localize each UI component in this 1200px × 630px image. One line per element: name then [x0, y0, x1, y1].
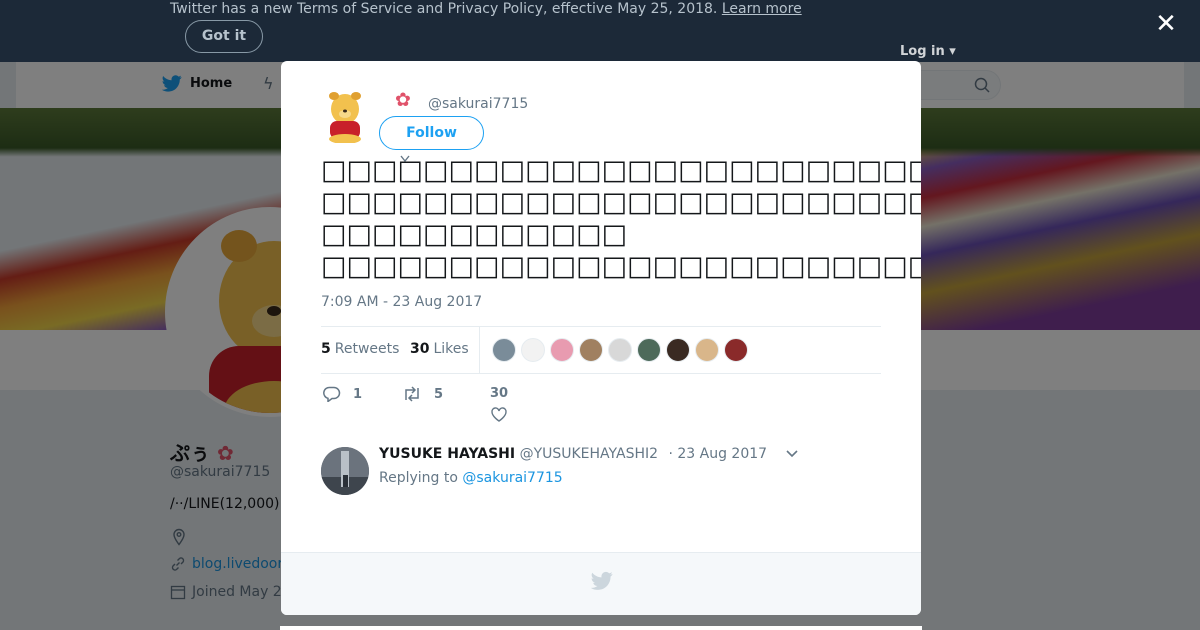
- liker-avatar[interactable]: [579, 338, 603, 362]
- retweets-label: Retweets: [334, 341, 400, 357]
- retweets-count: 5: [321, 341, 331, 357]
- reply-author-avatar[interactable]: [321, 447, 369, 495]
- retweet-action[interactable]: 5: [402, 386, 443, 402]
- tweet-modal: ✿ @sakurai7715 Follow □□□□□□□□□□□□□□□□□□…: [281, 61, 921, 615]
- likes-count: 30: [410, 341, 430, 357]
- like-count: 30: [490, 386, 509, 401]
- retweets-stat[interactable]: 5 Retweets: [321, 341, 399, 357]
- liker-avatar[interactable]: [695, 338, 719, 362]
- liker-avatar[interactable]: [724, 338, 748, 362]
- liker-avatar[interactable]: [637, 338, 661, 362]
- liker-avatar[interactable]: [608, 338, 632, 362]
- liker-avatar[interactable]: [521, 338, 545, 362]
- tweet-author-avatar[interactable]: [321, 87, 369, 143]
- retweet-icon: [405, 386, 419, 402]
- reply-count: 1: [353, 386, 363, 402]
- likes-stat[interactable]: 30 Likes: [410, 341, 469, 357]
- liker-avatar[interactable]: [550, 338, 574, 362]
- tweet-timestamp[interactable]: 7:09 AM - 23 Aug 2017: [321, 294, 482, 310]
- got-it-button[interactable]: Got it: [185, 20, 263, 53]
- reply-date[interactable]: · 23 Aug 2017: [668, 446, 767, 462]
- tweet-text-line: □□□□□□□□□□□□□□□□□□□□□□□□: [321, 187, 921, 218]
- tweet-text: □□□□□□□□□□□□□□□□□□□□□□□□ □□□□□□□ □□□□□□□□…: [321, 155, 921, 283]
- retweet-count: 5: [434, 386, 444, 402]
- twitter-bird-icon: [591, 571, 613, 590]
- tweet-author-handle[interactable]: @sakurai7715: [428, 96, 528, 112]
- tweet-actions: 1 5 30: [321, 383, 881, 433]
- likes-label: Likes: [433, 341, 469, 357]
- like-action[interactable]: 30: [490, 386, 508, 422]
- tweet-text-line: □□□□□□□□□□□□□□□□□□□□□□□□□□□□□□□: [321, 155, 921, 186]
- login-link[interactable]: Log in ▾: [900, 44, 956, 59]
- tweet-stats: 5 Retweets 30 Likes: [321, 326, 881, 374]
- reply-author-handle[interactable]: @YUSUKEHAYASHI2: [520, 446, 658, 462]
- learn-more-link[interactable]: Learn more: [722, 1, 802, 17]
- policy-notice-bar: Twitter has a new Terms of Service and P…: [0, 0, 1200, 62]
- tweet-text-line: □□□□□□□□□□□□: [321, 219, 628, 250]
- chevron-down-icon[interactable]: [786, 450, 798, 458]
- reply-avatar-image: [321, 447, 369, 495]
- tweet-text-line: □□□□□□□□□□□□□□□□□□□□□□□□□□□□□: [321, 251, 921, 282]
- hibiscus-icon: ✿: [395, 89, 411, 111]
- policy-notice-message: Twitter has a new Terms of Service and P…: [170, 1, 718, 17]
- heart-icon: [491, 407, 507, 422]
- stats-divider: [479, 327, 480, 373]
- login-label: Log in: [900, 44, 945, 59]
- modal-footer: [281, 552, 921, 615]
- reply-action[interactable]: 1: [323, 386, 362, 402]
- replying-to-prefix: Replying to: [379, 470, 458, 486]
- policy-notice-text: Twitter has a new Terms of Service and P…: [170, 1, 802, 17]
- reply-header: YUSUKE HAYASHI @YUSUKEHAYASHI2 · 23 Aug …: [379, 446, 767, 462]
- reply-author-name[interactable]: YUSUKE HAYASHI: [379, 446, 515, 462]
- follow-button[interactable]: Follow: [379, 116, 484, 150]
- liker-avatar[interactable]: [666, 338, 690, 362]
- next-card-edge: [280, 626, 922, 630]
- liker-avatar[interactable]: [492, 338, 516, 362]
- reply-tweet[interactable]: YUSUKE HAYASHI @YUSUKEHAYASHI2 · 23 Aug …: [321, 446, 881, 615]
- replying-to-link[interactable]: @sakurai7715: [462, 470, 562, 486]
- reply-icon: [323, 386, 341, 402]
- close-icon[interactable]: ✕: [1152, 10, 1180, 38]
- replying-to: Replying to @sakurai7715: [379, 470, 563, 486]
